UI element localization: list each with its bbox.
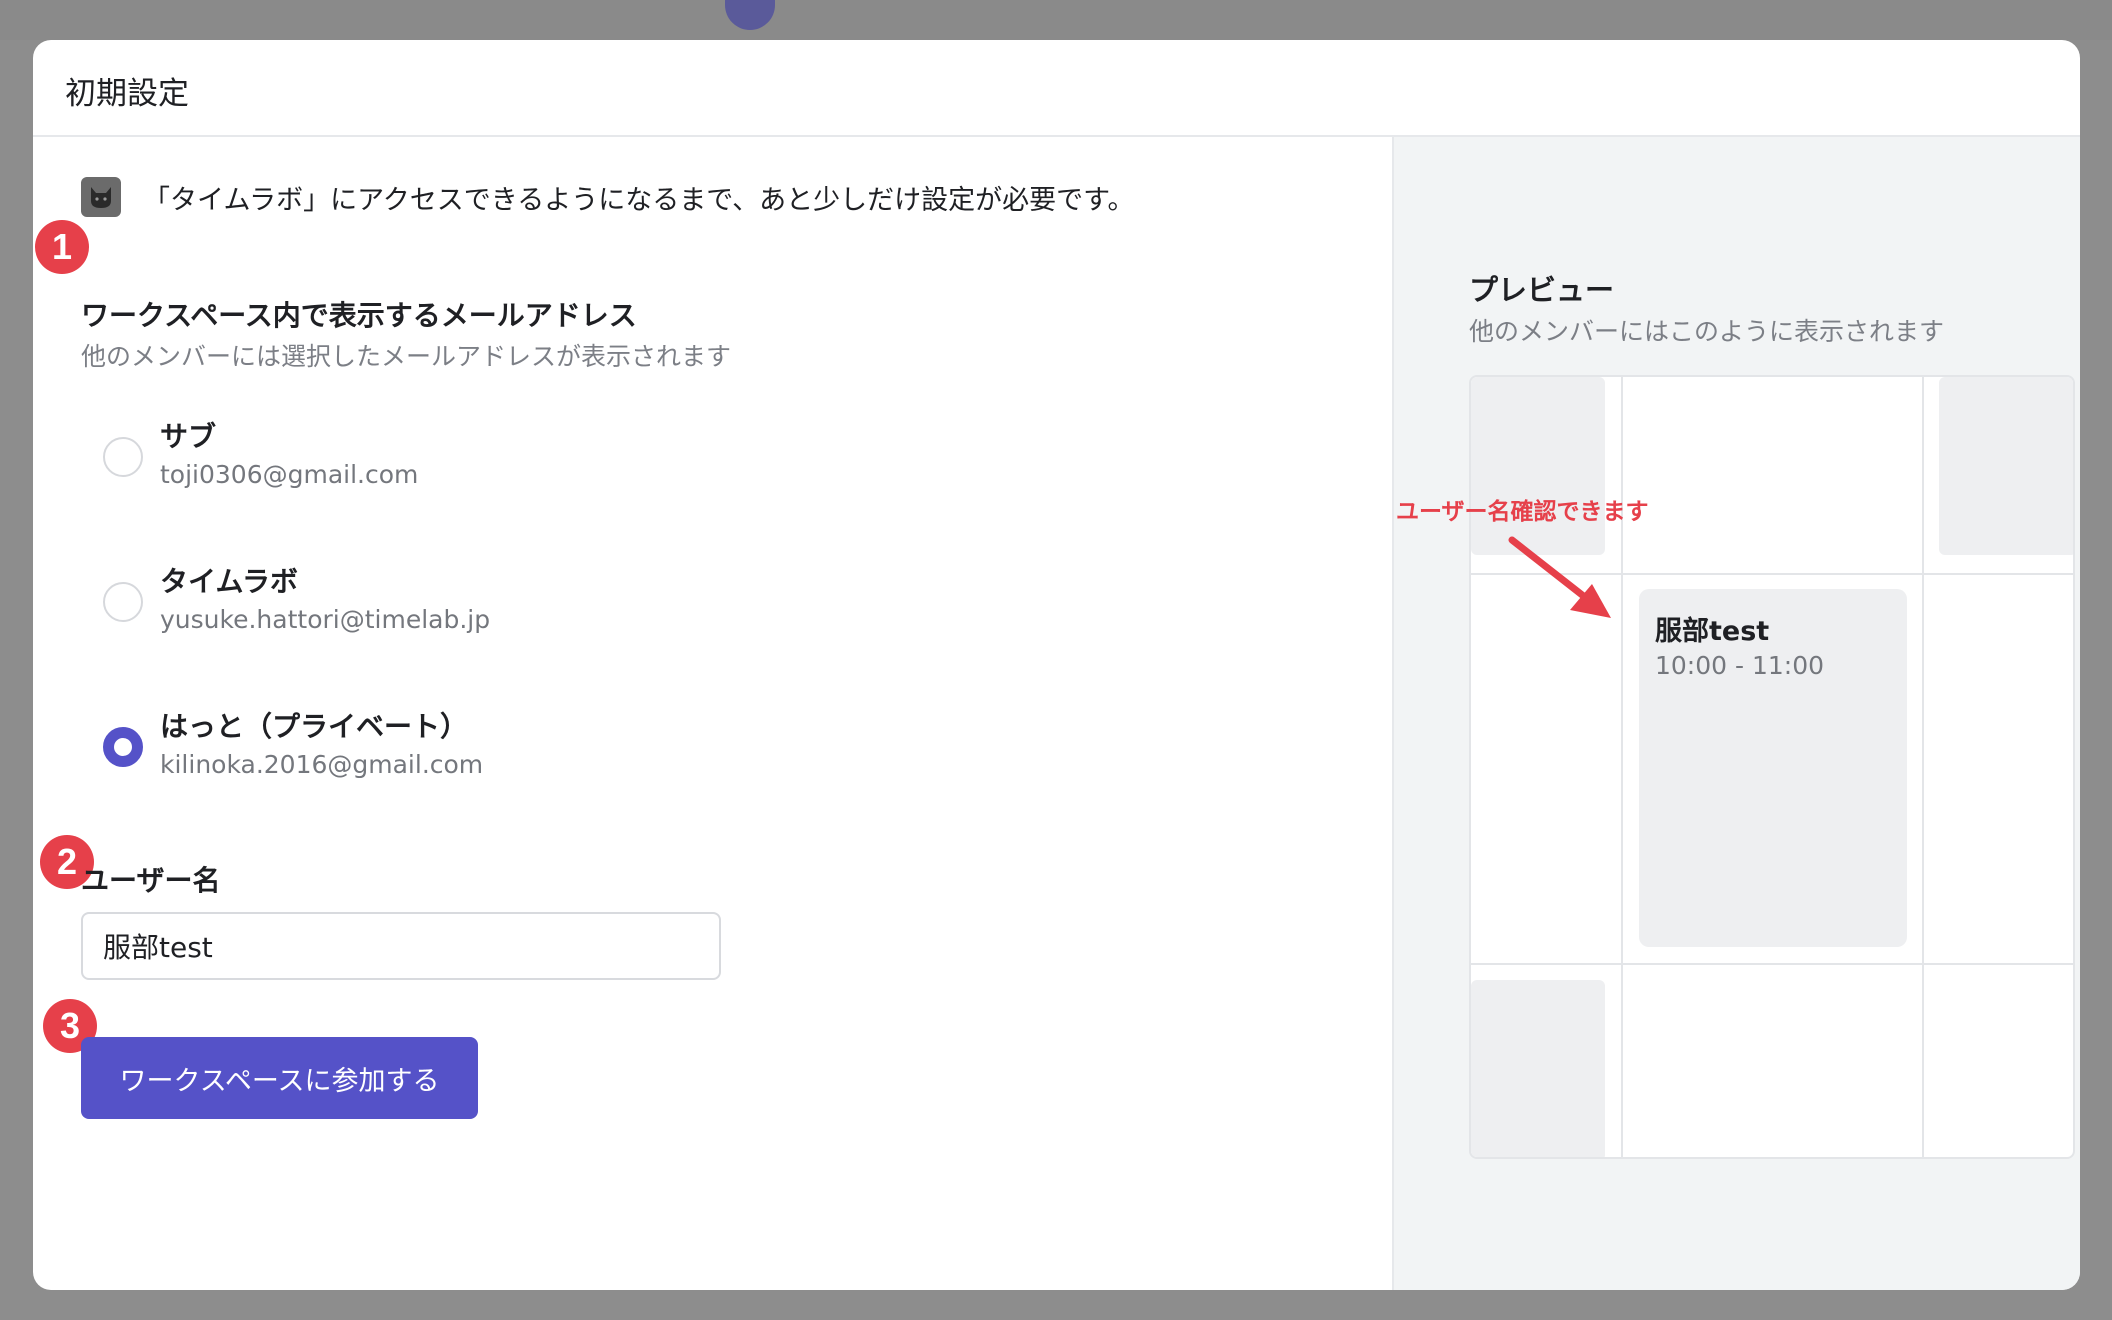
notice-text: 「タイムラボ」にアクセスできるようになるまで、あと少しだけ設定が必要です。 [143,184,1135,216]
grid-line [1471,963,2073,965]
background-app [0,0,2112,40]
option-email: yusuke.hattori@timelab.jp [160,605,491,634]
annotation-text: ユーザー名確認できます [1396,499,1649,525]
preview-title: プレビュー [1469,273,1615,307]
notice: 「タイムラボ」にアクセスできるようになるまで、あと少しだけ設定が必要です。 [81,177,1134,217]
modal-title: 初期設定 [65,76,189,112]
red-arrow-icon [1508,536,1611,618]
username-input[interactable] [81,912,721,980]
option-email: toji0306@gmail.com [160,460,419,489]
option-label: タイムラボ [160,565,299,598]
radio-button[interactable] [103,437,143,477]
grid-line [1922,377,1924,1157]
preview-pane: プレビュー 他のメンバーにはこのように表示されます 服部test 10:00 -… [1392,137,2080,1290]
background-avatar [725,0,775,30]
event-name: 服部test [1655,616,1770,647]
email-option-sub[interactable]: サブ toji0306@gmail.com [103,415,803,505]
radio-button[interactable] [103,582,143,622]
modal-header: 初期設定 [33,40,2080,137]
option-label: はっと（プライベート） [160,710,469,743]
option-label: サブ [160,420,217,453]
setup-modal: 初期設定 「タイムラボ」にアクセスできるようになるまで、あと少しだけ設定が必要で… [33,40,2080,1290]
username-section-title: ユーザー名 [81,864,221,897]
option-email: kilinoka.2016@gmail.com [160,750,484,779]
calendar-block [1471,377,1605,555]
settings-pane: 「タイムラボ」にアクセスできるようになるまで、あと少しだけ設定が必要です。 1 … [33,137,1393,1290]
calendar-block [1939,377,2073,555]
calendar-block [1471,980,1605,1157]
email-option-timelab[interactable]: タイムラボ yusuke.hattori@timelab.jp [103,560,803,650]
event-card: 服部test 10:00 - 11:00 [1639,589,1907,947]
cat-logo-icon [81,177,121,217]
step-1-badge: 1 [35,220,89,274]
email-section-title: ワークスペース内で表示するメールアドレス [81,299,637,332]
join-workspace-button[interactable]: ワークスペースに参加する [81,1037,478,1119]
preview-subtitle: 他のメンバーにはこのように表示されます [1469,317,1945,346]
email-option-private[interactable]: はっと（プライベート） kilinoka.2016@gmail.com [103,705,803,795]
event-time: 10:00 - 11:00 [1655,651,1825,680]
radio-button-selected[interactable] [103,727,143,767]
email-section-subtitle: 他のメンバーには選択したメールアドレスが表示されます [81,342,732,371]
